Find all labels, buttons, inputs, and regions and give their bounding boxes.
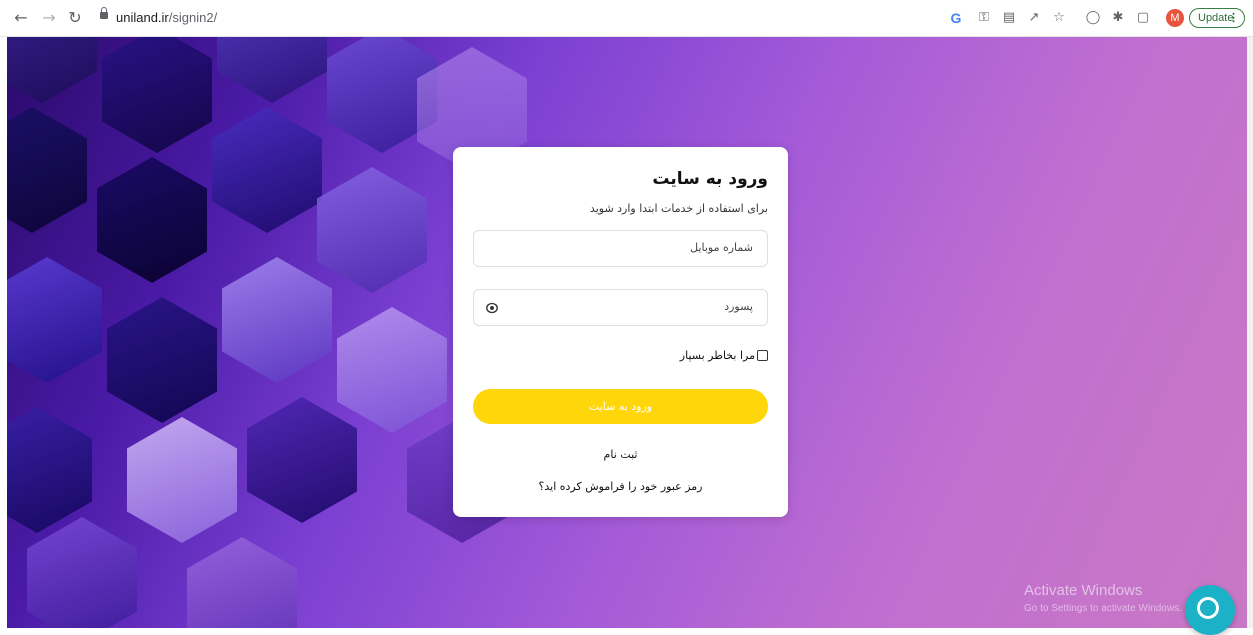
decor-hexagon [7,407,92,533]
decor-hexagon [107,297,217,423]
login-submit-button[interactable]: ورود به سایت [473,389,768,424]
decor-hexagon [127,417,237,543]
decor-hexagon [212,107,322,233]
login-title: ورود به سایت [652,169,768,189]
eye-icon[interactable] [486,302,498,314]
back-arrow-icon[interactable]: ← [10,7,32,29]
forgot-password-link[interactable]: رمز عبور خود را فراموش کرده اید؟ [453,480,788,493]
address-bar[interactable]: uniland.ir/signin2/ [92,5,937,31]
decor-hexagon [97,157,207,283]
password-input[interactable]: پسورد [473,289,768,326]
decor-hexagon [7,37,97,103]
remember-checkbox[interactable] [757,350,768,361]
remember-me[interactable]: مرا بخاطر بسپار [680,349,768,362]
browser-toolbar: ← → ↻ uniland.ir/signin2/ G ⚿ ▤ ↗ ☆ ◯ ✱ … [0,0,1253,37]
extension-circle-icon[interactable]: ◯ [1084,9,1102,27]
decor-hexagon [7,107,87,233]
url-text: uniland.ir/signin2/ [116,10,218,25]
menu-dots-icon[interactable]: ⋮ [1228,9,1239,27]
decor-hexagon [317,167,427,293]
decor-hexagon [27,517,137,628]
password-placeholder: پسورد [724,300,753,313]
translate-icon[interactable]: ▤ [1000,9,1018,27]
key-icon[interactable]: ⚿ [975,9,993,27]
decor-hexagon [217,37,327,103]
share-icon[interactable]: ↗ [1025,9,1043,27]
login-subtitle: برای استفاده از خدمات ابتدا وارد شوید [589,202,768,215]
register-link[interactable]: ثبت نام [453,448,788,461]
reload-icon[interactable]: ↻ [64,7,86,29]
decor-hexagon [247,397,357,523]
extensions-puzzle-icon[interactable]: ✱ [1109,9,1127,27]
page-scrollbar[interactable] [1247,37,1253,628]
update-button[interactable]: Update ⋮ [1189,8,1245,28]
profile-avatar[interactable]: M [1166,9,1184,27]
decor-hexagon [222,257,332,383]
login-card: ورود به سایت برای استفاده از خدمات ابتدا… [453,147,788,517]
mobile-input[interactable]: شماره موبایل [473,230,768,267]
chat-bubble-icon [1197,597,1219,619]
forward-arrow-icon[interactable]: → [38,7,60,29]
decor-hexagon [7,257,102,383]
decor-hexagon [187,537,297,628]
bookmark-star-icon[interactable]: ☆ [1050,9,1068,27]
lock-icon [100,7,108,19]
mobile-placeholder: شماره موبایل [690,241,753,254]
google-icon[interactable]: G [947,9,965,27]
remember-label: مرا بخاطر بسپار [679,349,755,362]
side-panel-icon[interactable]: ▢ [1134,9,1152,27]
windows-watermark-subtitle: Go to Settings to activate Windows. [1024,603,1182,614]
decor-hexagon [337,307,447,433]
decor-hexagon [102,37,212,153]
windows-watermark-title: Activate Windows [1024,582,1143,599]
